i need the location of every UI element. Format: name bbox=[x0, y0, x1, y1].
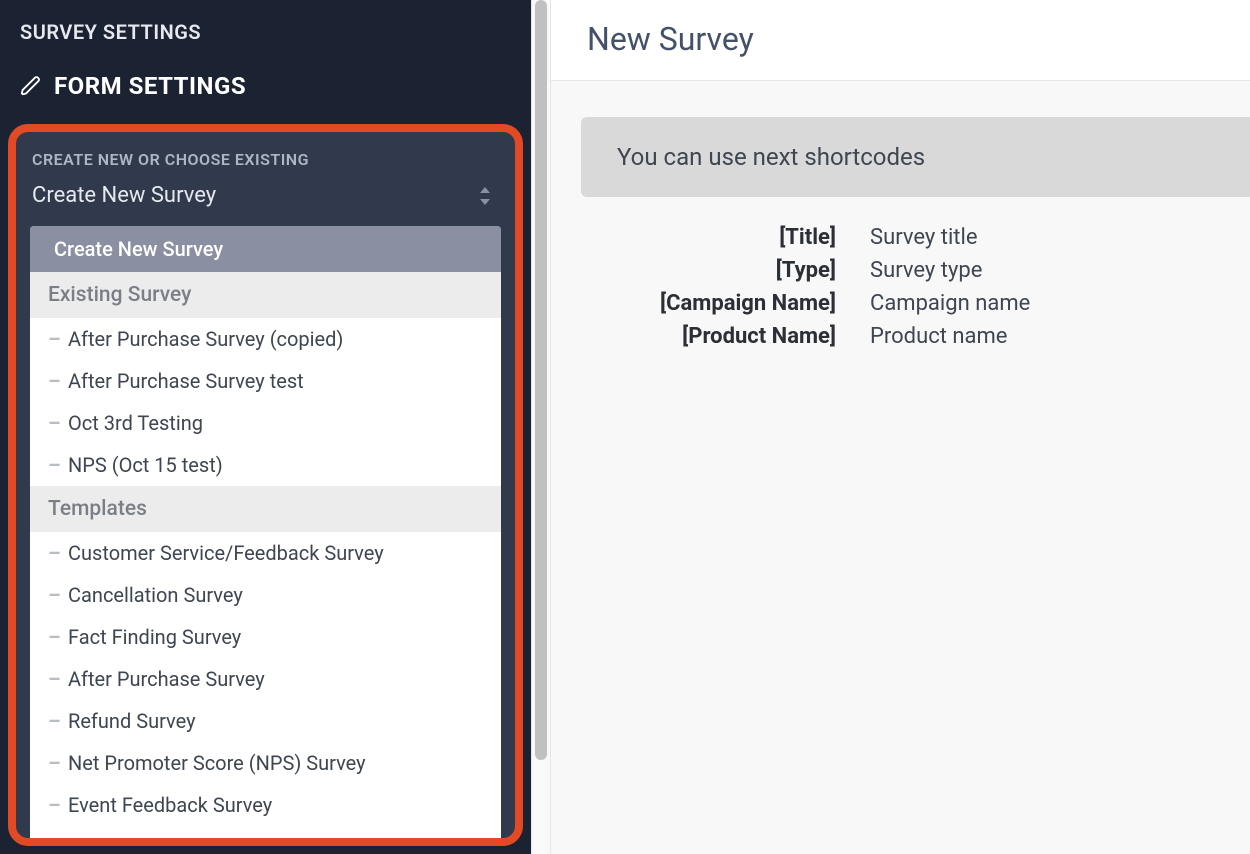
option-label: Event Feedback Survey bbox=[68, 793, 272, 817]
main-header: New Survey bbox=[551, 0, 1250, 81]
bullet-icon: – bbox=[48, 751, 58, 775]
shortcode-desc: Survey type bbox=[870, 258, 1250, 283]
scrollbar-thumb[interactable] bbox=[535, 0, 547, 760]
bullet-icon: – bbox=[48, 541, 58, 565]
survey-selector-label: CREATE NEW OR CHOOSE EXISTING bbox=[30, 146, 501, 181]
option-template[interactable]: – Net Promoter Score (NPS) Survey bbox=[30, 742, 501, 784]
group-existing-surveys: Existing Survey bbox=[30, 272, 501, 318]
option-template[interactable]: – Fact Finding Survey bbox=[30, 616, 501, 658]
option-existing-survey[interactable]: – Oct 3rd Testing bbox=[30, 402, 501, 444]
bullet-icon: – bbox=[48, 583, 58, 607]
bullet-icon: – bbox=[48, 453, 58, 477]
bullet-icon: – bbox=[48, 709, 58, 733]
form-settings-heading: FORM SETTINGS bbox=[0, 72, 531, 124]
option-label: NPS (Oct 15 test) bbox=[68, 453, 223, 477]
form-settings-label: FORM SETTINGS bbox=[54, 72, 246, 100]
option-label: Oct 3rd Testing bbox=[68, 411, 203, 435]
shortcode-desc: Survey title bbox=[870, 225, 1250, 250]
option-template[interactable]: – After Purchase Survey bbox=[30, 658, 501, 700]
survey-selector-panel: CREATE NEW OR CHOOSE EXISTING Create New… bbox=[8, 124, 523, 846]
page-title: New Survey bbox=[587, 20, 1214, 58]
survey-select[interactable]: Create New Survey bbox=[30, 181, 501, 226]
option-existing-survey[interactable]: – NPS (Oct 15 test) bbox=[30, 444, 501, 486]
survey-select-value: Create New Survey bbox=[32, 183, 216, 208]
select-caret-icon bbox=[479, 187, 491, 205]
option-label: Customer Service/Feedback Survey bbox=[68, 541, 384, 565]
sidebar-title: SURVEY SETTINGS bbox=[0, 20, 531, 72]
option-label: Create New Survey bbox=[54, 237, 223, 261]
option-create-new[interactable]: Create New Survey bbox=[30, 226, 501, 272]
main-panel: New Survey You can use next shortcodes [… bbox=[551, 0, 1250, 854]
shortcode-code: [Campaign Name] bbox=[581, 291, 836, 316]
bullet-icon: – bbox=[48, 327, 58, 351]
shortcode-list: [Title] Survey title [Type] Survey type … bbox=[551, 197, 1250, 349]
option-label: Net Promoter Score (NPS) Survey bbox=[68, 751, 366, 775]
pencil-icon bbox=[20, 75, 42, 97]
option-template[interactable]: – Event Feedback Survey bbox=[30, 784, 501, 826]
group-templates: Templates bbox=[30, 486, 501, 532]
shortcode-code: [Type] bbox=[581, 258, 836, 283]
survey-select-dropdown: Create New Survey Existing Survey – Afte… bbox=[30, 226, 501, 838]
option-existing-survey[interactable]: – After Purchase Survey (copied) bbox=[30, 318, 501, 360]
bullet-icon: – bbox=[48, 369, 58, 393]
option-template[interactable]: – Customer Service/Feedback Survey bbox=[30, 532, 501, 574]
shortcode-desc: Product name bbox=[870, 324, 1250, 349]
bullet-icon: – bbox=[48, 667, 58, 691]
shortcode-code: [Product Name] bbox=[581, 324, 836, 349]
bullet-icon: – bbox=[48, 793, 58, 817]
shortcodes-heading: You can use next shortcodes bbox=[617, 143, 1214, 171]
vertical-scrollbar[interactable] bbox=[531, 0, 551, 854]
bullet-icon: – bbox=[48, 411, 58, 435]
shortcodes-info-box: You can use next shortcodes bbox=[581, 117, 1250, 197]
sidebar: SURVEY SETTINGS FORM SETTINGS CREATE NEW… bbox=[0, 0, 531, 854]
option-label: Fact Finding Survey bbox=[68, 625, 241, 649]
option-label: Refund Survey bbox=[68, 709, 196, 733]
option-label: After Purchase Survey (copied) bbox=[68, 327, 343, 351]
option-label: Cancellation Survey bbox=[68, 583, 243, 607]
option-existing-survey[interactable]: – After Purchase Survey test bbox=[30, 360, 501, 402]
option-template[interactable]: – Cancellation Survey bbox=[30, 574, 501, 616]
option-template[interactable]: – Refund Survey bbox=[30, 700, 501, 742]
shortcode-desc: Campaign name bbox=[870, 291, 1250, 316]
option-label: After Purchase Survey bbox=[68, 667, 265, 691]
option-label: After Purchase Survey test bbox=[68, 369, 304, 393]
shortcode-code: [Title] bbox=[581, 225, 836, 250]
bullet-icon: – bbox=[48, 625, 58, 649]
